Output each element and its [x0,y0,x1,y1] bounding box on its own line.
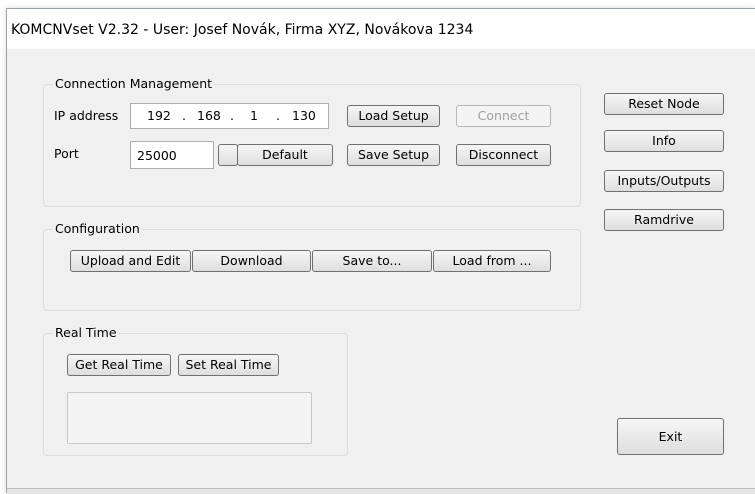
ramdrive-button[interactable]: Ramdrive [604,209,724,231]
ip-octet-2: 168 [197,108,221,123]
window-bottom-edge [7,488,755,494]
ip-octet-4: 130 [292,108,316,123]
upload-and-edit-button[interactable]: Upload and Edit [70,250,191,272]
connection-management-label: Connection Management [53,76,215,91]
set-real-time-button[interactable]: Set Real Time [178,354,279,376]
save-to-button[interactable]: Save to... [312,250,432,272]
title-bar[interactable]: KOMCNVset V2.32 - User: Josef Novák, Fir… [7,9,755,49]
port-spin-button[interactable] [218,144,238,166]
configuration-label: Configuration [53,221,142,236]
default-button[interactable]: Default [237,144,333,166]
configuration-group: Configuration Upload and Edit Download S… [43,221,581,311]
info-button[interactable]: Info [604,130,724,152]
download-button[interactable]: Download [192,250,311,272]
save-setup-button[interactable]: Save Setup [347,144,440,166]
inputs-outputs-button[interactable]: Inputs/Outputs [604,170,724,192]
port-label: Port [54,146,79,161]
port-input[interactable]: 25000 [130,141,214,169]
connect-button[interactable]: Connect [456,105,551,127]
get-real-time-button[interactable]: Get Real Time [67,354,171,376]
real-time-display [67,392,312,444]
load-setup-button[interactable]: Load Setup [347,105,440,127]
ip-dot-1: . [182,108,186,123]
real-time-group: Real Time Get Real Time Set Real Time [43,325,348,456]
ip-octet-3: 1 [250,108,258,123]
disconnect-button[interactable]: Disconnect [456,144,551,166]
ip-address-input[interactable]: 192 . 168 . 1 . 130 [130,103,329,129]
app-window: KOMCNVset V2.32 - User: Josef Novák, Fir… [6,8,755,494]
window-title: KOMCNVset V2.32 - User: Josef Novák, Fir… [11,22,474,38]
client-area: Connection Management IP address 192 . 1… [9,50,755,488]
ip-dot-2: . [230,108,234,123]
reset-node-button[interactable]: Reset Node [604,93,724,115]
ip-octet-1: 192 [147,108,171,123]
exit-button[interactable]: Exit [617,418,724,455]
connection-management-group: Connection Management IP address 192 . 1… [43,76,581,207]
ip-address-label: IP address [54,108,119,123]
load-from-button[interactable]: Load from ... [433,250,551,272]
real-time-label: Real Time [53,325,119,340]
ip-dot-3: . [276,108,280,123]
